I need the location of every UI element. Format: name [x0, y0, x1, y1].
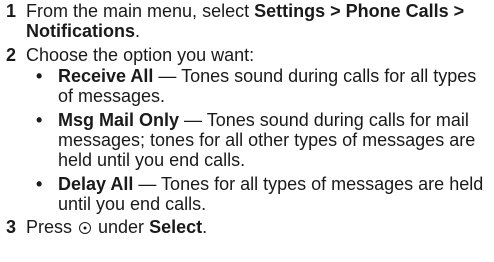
option-receive-all: • Receive All — Tones sound during calls… [26, 66, 494, 106]
option-msg-mail-only: • Msg Mail Only — Tones sound during cal… [26, 110, 494, 170]
step-2: 2 Choose the option you want: • Receive … [0, 45, 494, 214]
step-text-before: From the main menu, select [26, 1, 255, 21]
bullet-icon: • [36, 66, 43, 86]
step-text-middle: under [93, 217, 150, 237]
step-3: 3 Press under Select. [0, 217, 494, 237]
option-name: Msg Mail Only [58, 110, 180, 130]
instructions: 1 From the main menu, select Settings > … [0, 0, 494, 237]
option-delay-all: • Delay All — Tones for all types of mes… [26, 174, 494, 214]
bullet-icon: • [36, 174, 43, 194]
center-select-key-icon [79, 222, 92, 234]
bullet-icon: • [36, 110, 43, 130]
step-number: 2 [6, 45, 17, 65]
step-text: Choose the option you want: [26, 45, 255, 65]
step-number: 3 [6, 217, 17, 237]
option-name: Delay All [58, 174, 134, 194]
option-list: • Receive All — Tones sound during calls… [26, 66, 494, 214]
step-text-before: Press [26, 217, 78, 237]
step-1: 1 From the main menu, select Settings > … [0, 1, 494, 41]
softkey-label: Select [149, 217, 203, 237]
step-text-after: . [135, 21, 141, 41]
step-text-after: . [202, 217, 208, 237]
step-text: Press under Select. [26, 217, 494, 237]
step-text: From the main menu, select Settings > Ph… [26, 1, 494, 41]
option-name: Receive All [58, 66, 154, 86]
step-number: 1 [6, 1, 17, 21]
